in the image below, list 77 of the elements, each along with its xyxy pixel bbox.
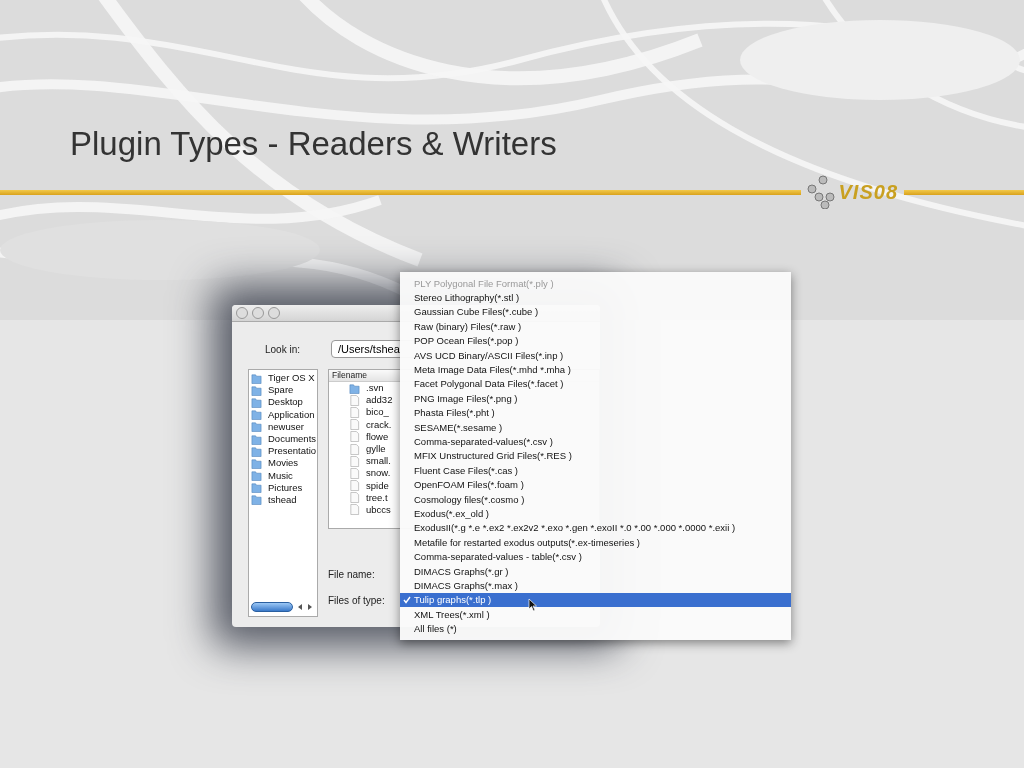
menu-item[interactable]: DIMACS Graphs(*.gr ) — [400, 563, 791, 579]
menu-item[interactable]: All files (*) — [400, 621, 791, 636]
file-type-label: Files of type: — [328, 594, 385, 606]
file-item[interactable]: snow. — [366, 467, 391, 480]
menu-item[interactable]: SESAME(*.sesame ) — [400, 419, 791, 435]
menu-item[interactable]: Phasta Files(*.pht ) — [400, 405, 791, 420]
folder-icon — [251, 372, 262, 384]
document-icon — [349, 492, 360, 504]
file-item[interactable]: add32 — [366, 394, 393, 407]
folder-icon — [349, 382, 360, 394]
place-item[interactable]: Pictures — [268, 481, 303, 494]
menu-item[interactable]: Stereo Lithography(*.stl ) — [400, 290, 791, 305]
folder-icon — [251, 433, 262, 445]
document-icon — [349, 504, 360, 516]
place-item[interactable]: Movies — [268, 457, 299, 470]
place-item[interactable]: Spare — [268, 384, 294, 397]
document-icon — [349, 419, 360, 431]
folder-icon — [251, 409, 262, 421]
menu-item[interactable]: ExodusII(*.g *.e *.ex2 *.ex2v2 *.exo *.gen *.exoII *.0 *.00 *.000 *.0000 *.exii ) — [400, 520, 791, 536]
document-icon — [349, 394, 360, 406]
look-in-label: Look in: — [264, 343, 302, 355]
menu-item[interactable]: DIMACS Graphs(*.max ) — [400, 578, 791, 593]
folder-icon — [251, 470, 262, 482]
menu-item[interactable]: Raw (binary) Files(*.raw ) — [400, 319, 791, 334]
file-item[interactable]: .svn — [366, 382, 384, 395]
menu-item[interactable]: Facet Polygonal Data Files(*.facet ) — [400, 376, 791, 392]
place-item[interactable]: tshead — [268, 493, 297, 506]
menu-item[interactable]: Metafile for restarted exodus outputs(*.ex-timeseries ) — [400, 535, 791, 550]
document-icon — [349, 431, 360, 443]
dots-icon — [806, 175, 835, 209]
folder-icon — [251, 482, 262, 494]
folder-icon — [251, 396, 262, 408]
menu-item[interactable]: OpenFOAM Files(*.foam ) — [400, 477, 791, 492]
file-item[interactable]: flowe — [366, 430, 389, 443]
menu-item[interactable]: MFIX Unstructured Grid Files(*.RES ) — [400, 448, 791, 464]
folder-icon — [251, 457, 262, 469]
minimize-button[interactable] — [252, 307, 264, 319]
menu-item[interactable]: Tulip graphs(*.tlp ) — [400, 592, 791, 607]
slide-title: Plugin Types - Readers & Writers — [69, 124, 558, 164]
place-item[interactable]: Application — [268, 408, 315, 421]
place-item[interactable]: Presentatio — [268, 445, 317, 458]
file-item[interactable]: ubccs — [366, 503, 391, 516]
place-item[interactable]: Desktop — [268, 396, 303, 409]
folder-icon — [251, 445, 262, 457]
folder-icon — [251, 494, 262, 506]
menu-item[interactable]: Exodus(*.ex_old ) — [400, 506, 791, 521]
file-item[interactable]: tree.t — [366, 491, 388, 504]
close-button[interactable] — [236, 307, 248, 319]
menu-item[interactable]: Gaussian Cube Files(*.cube ) — [400, 304, 791, 320]
place-item[interactable]: Tiger OS X — [268, 372, 315, 385]
file-item[interactable]: small. — [366, 455, 391, 468]
place-item[interactable]: Music — [268, 469, 293, 482]
file-item[interactable]: spide — [366, 479, 389, 492]
checkmark-icon — [403, 595, 411, 604]
file-item[interactable]: crack. — [366, 418, 392, 431]
place-item[interactable]: Documents — [268, 433, 317, 446]
file-item[interactable]: gylle — [366, 443, 386, 456]
document-icon — [349, 406, 360, 418]
mouse-pointer-icon — [528, 598, 538, 612]
folder-icon — [251, 421, 262, 433]
document-icon — [349, 455, 360, 467]
menu-item[interactable]: PNG Image Files(*.png ) — [400, 391, 791, 406]
menu-item[interactable]: XML Trees(*.xml ) — [400, 607, 791, 622]
zoom-button[interactable] — [268, 307, 280, 319]
document-icon — [349, 467, 360, 479]
file-item[interactable]: bico_ — [366, 406, 389, 419]
menu-item[interactable]: Cosmology files(*.cosmo ) — [400, 491, 791, 507]
file-name-label: File name: — [328, 568, 375, 580]
document-icon — [349, 443, 360, 455]
document-icon — [349, 480, 360, 492]
place-item[interactable]: newuser — [268, 420, 304, 433]
menu-item[interactable]: Meta Image Data Files(*.mhd *.mha ) — [400, 362, 791, 377]
logo: VIS08 — [800, 175, 904, 209]
menu-item[interactable]: Comma-separated-values(*.csv ) — [400, 434, 791, 449]
menu-item[interactable]: Comma-separated-values - table(*.csv ) — [400, 549, 791, 564]
menu-item[interactable]: Fluent Case Files(*.cas ) — [400, 463, 791, 478]
folder-icon — [251, 384, 262, 396]
